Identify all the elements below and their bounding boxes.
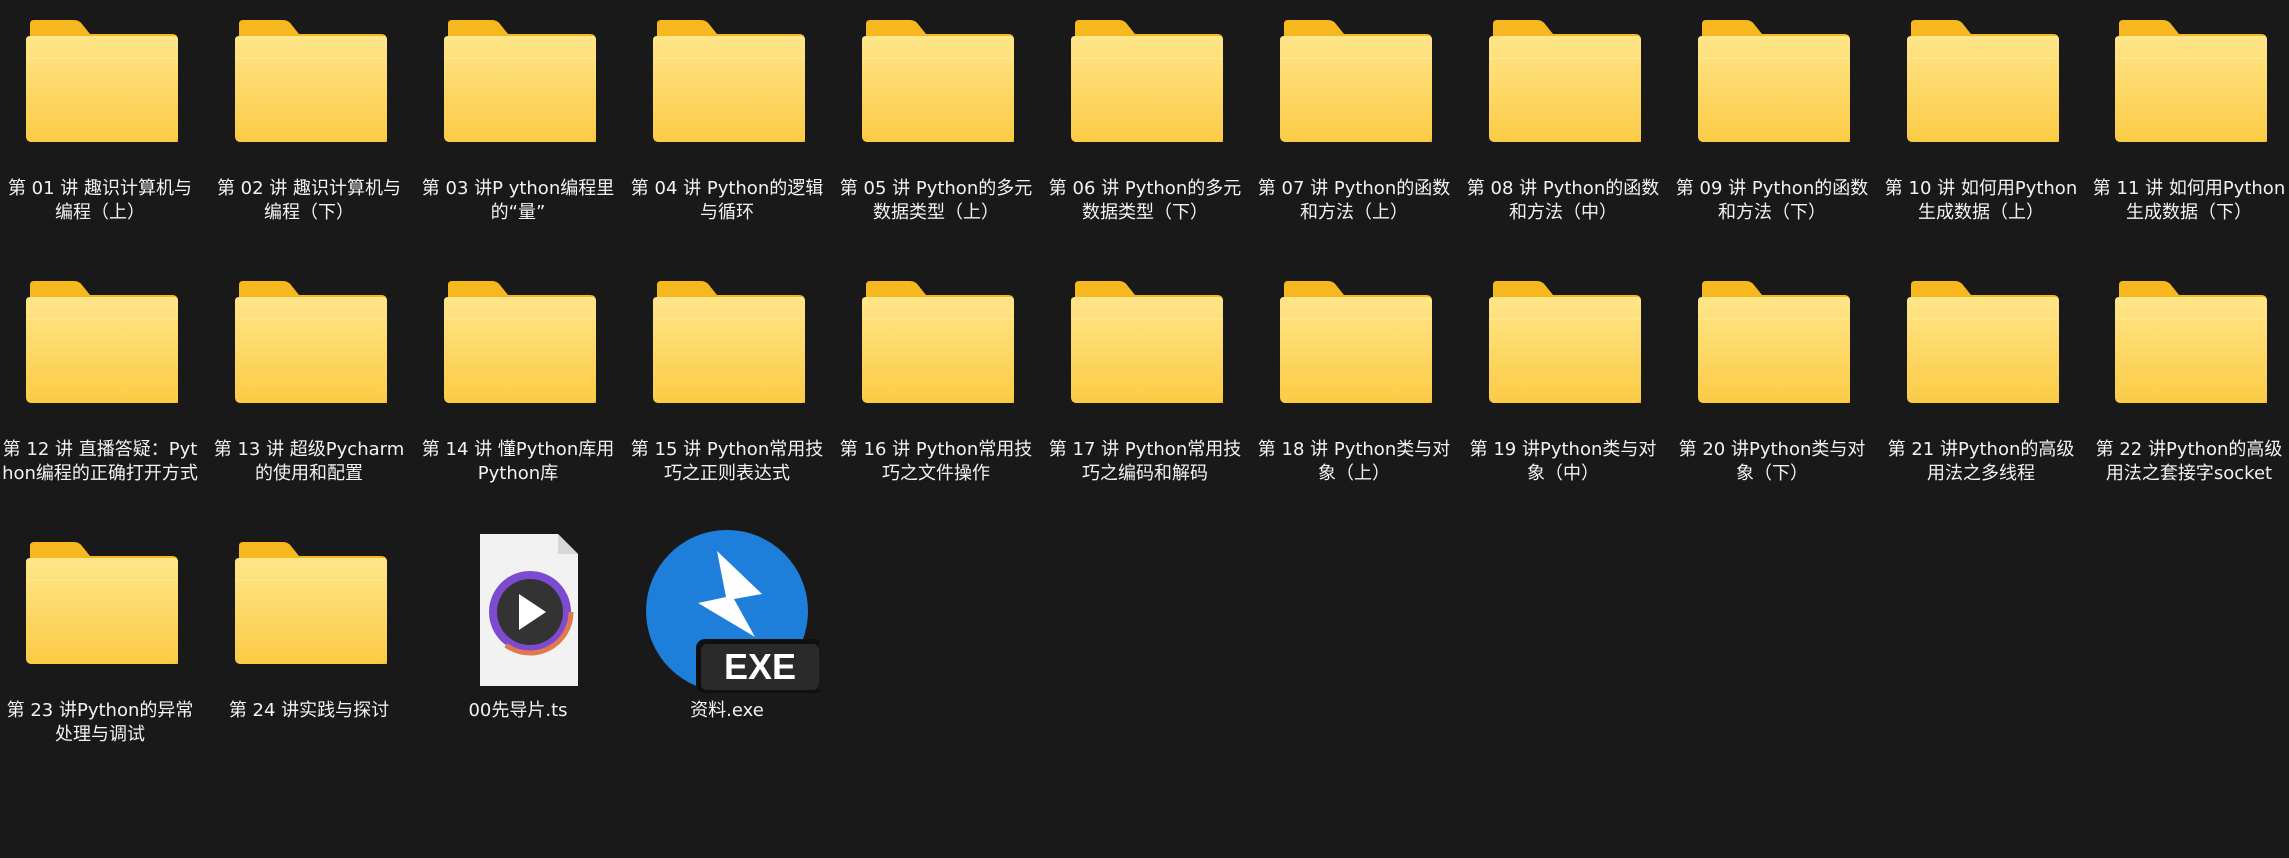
item-label: 第 02 讲 趣识计算机与编程（下） xyxy=(216,178,402,223)
exe-file-item[interactable]: EXE 资料.exe xyxy=(627,522,827,782)
item-label: 第 16 讲 Python常用技巧之文件操作 xyxy=(839,439,1033,484)
item-label: 第 11 讲 如何用Python生成数据（下） xyxy=(2092,178,2286,223)
folder-icon xyxy=(418,261,618,429)
item-label: 第 23 讲Python的异常处理与调试 xyxy=(6,700,194,745)
folder-icon xyxy=(209,522,409,690)
item-label: 第 09 讲 Python的函数和方法（下） xyxy=(1675,178,1869,223)
item-label: 第 06 讲 Python的多元数据类型（下） xyxy=(1048,178,1242,223)
folder-icon xyxy=(1045,0,1245,168)
item-label: 第 15 讲 Python常用技巧之正则表达式 xyxy=(630,439,824,484)
folder-item[interactable]: 第 24 讲实践与探讨 xyxy=(209,522,409,782)
item-label: 第 24 讲实践与探讨 xyxy=(228,700,390,721)
item-label: 第 17 讲 Python常用技巧之编码和解码 xyxy=(1048,439,1242,484)
item-label: 第 12 讲 直播答疑：Python编程的正确打开方式 xyxy=(2,439,198,484)
folder-item[interactable]: 第 23 讲Python的异常处理与调试 xyxy=(0,522,200,782)
item-label: 第 20 讲Python类与对象（下） xyxy=(1678,439,1866,484)
item-label: 第 08 讲 Python的函数和方法（中） xyxy=(1466,178,1660,223)
folder-icon xyxy=(1045,261,1245,429)
folder-icon xyxy=(627,261,827,429)
folder-item[interactable]: 第 06 讲 Python的多元数据类型（下） xyxy=(1045,0,1245,260)
folder-item[interactable]: 第 12 讲 直播答疑：Python编程的正确打开方式 xyxy=(0,261,200,521)
item-label: 第 21 讲Python的高级用法之多线程 xyxy=(1887,439,2075,484)
item-label: 第 04 讲 Python的逻辑与循环 xyxy=(630,178,824,223)
folder-item[interactable]: 第 14 讲 懂Python库用Python库 xyxy=(418,261,618,521)
folder-item[interactable]: 第 01 讲 趣识计算机与编程（上） xyxy=(0,0,200,260)
folder-item[interactable]: 第 15 讲 Python常用技巧之正则表达式 xyxy=(627,261,827,521)
folder-item[interactable]: 第 08 讲 Python的函数和方法（中） xyxy=(1463,0,1663,260)
folder-icon xyxy=(1463,261,1663,429)
item-label: 第 03 讲P ython编程里的“量” xyxy=(421,178,615,223)
item-label: 第 01 讲 趣识计算机与编程（上） xyxy=(7,178,193,223)
item-label: 第 07 讲 Python的函数和方法（上） xyxy=(1257,178,1451,223)
folder-icon xyxy=(0,0,200,168)
item-label: 第 05 讲 Python的多元数据类型（上） xyxy=(839,178,1033,223)
file-grid: 第 01 讲 趣识计算机与编程（上） 第 02 讲 趣识计算机与编程（下） 第 … xyxy=(0,0,2289,858)
folder-item[interactable]: 第 11 讲 如何用Python生成数据（下） xyxy=(2089,0,2289,260)
folder-icon xyxy=(836,261,1036,429)
exe-badge-text: EXE xyxy=(724,646,796,687)
folder-item[interactable]: 第 10 讲 如何用Python生成数据（上） xyxy=(1881,0,2081,260)
folder-item[interactable]: 第 03 讲P ython编程里的“量” xyxy=(418,0,618,260)
folder-icon xyxy=(209,0,409,168)
folder-icon xyxy=(0,261,200,429)
folder-icon xyxy=(627,0,827,168)
folder-icon xyxy=(2089,0,2289,168)
folder-icon xyxy=(418,0,618,168)
folder-item[interactable]: 第 19 讲Python类与对象（中） xyxy=(1463,261,1663,521)
folder-icon xyxy=(0,522,200,690)
folder-item[interactable]: 第 04 讲 Python的逻辑与循环 xyxy=(627,0,827,260)
folder-item[interactable]: 第 18 讲 Python类与对象（上） xyxy=(1254,261,1454,521)
video-file-icon xyxy=(418,522,618,690)
folder-item[interactable]: 第 02 讲 趣识计算机与编程（下） xyxy=(209,0,409,260)
item-label: 第 14 讲 懂Python库用Python库 xyxy=(421,439,615,484)
folder-item[interactable]: 第 13 讲 超级Pycharm的使用和配置 xyxy=(209,261,409,521)
folder-item[interactable]: 第 21 讲Python的高级用法之多线程 xyxy=(1881,261,2081,521)
folder-icon xyxy=(1254,261,1454,429)
folder-item[interactable]: 第 07 讲 Python的函数和方法（上） xyxy=(1254,0,1454,260)
folder-item[interactable]: 第 17 讲 Python常用技巧之编码和解码 xyxy=(1045,261,1245,521)
folder-item[interactable]: 第 16 讲 Python常用技巧之文件操作 xyxy=(836,261,1036,521)
folder-icon xyxy=(1881,261,2081,429)
item-label: 第 13 讲 超级Pycharm的使用和配置 xyxy=(213,439,405,484)
folder-icon xyxy=(1254,0,1454,168)
folder-item[interactable]: 第 09 讲 Python的函数和方法（下） xyxy=(1672,0,1872,260)
item-label: 第 18 讲 Python类与对象（上） xyxy=(1257,439,1451,484)
folder-icon xyxy=(1672,0,1872,168)
folder-icon xyxy=(2089,261,2289,429)
folder-item[interactable]: 第 20 讲Python类与对象（下） xyxy=(1672,261,1872,521)
folder-icon xyxy=(1672,261,1872,429)
folder-item[interactable]: 第 22 讲Python的高级用法之套接字socket xyxy=(2089,261,2289,521)
item-label: 第 10 讲 如何用Python生成数据（上） xyxy=(1884,178,2078,223)
item-label: 资料.exe xyxy=(690,700,764,721)
exe-icon: EXE xyxy=(627,522,827,693)
video-file-item[interactable]: 00先导片.ts xyxy=(418,522,618,782)
folder-icon xyxy=(1463,0,1663,168)
folder-icon xyxy=(209,261,409,429)
item-label: 第 22 讲Python的高级用法之套接字socket xyxy=(2095,439,2283,484)
item-label: 第 19 讲Python类与对象（中） xyxy=(1469,439,1657,484)
folder-icon xyxy=(1881,0,2081,168)
folder-item[interactable]: 第 05 讲 Python的多元数据类型（上） xyxy=(836,0,1036,260)
item-label: 00先导片.ts xyxy=(468,700,568,721)
folder-icon xyxy=(836,0,1036,168)
